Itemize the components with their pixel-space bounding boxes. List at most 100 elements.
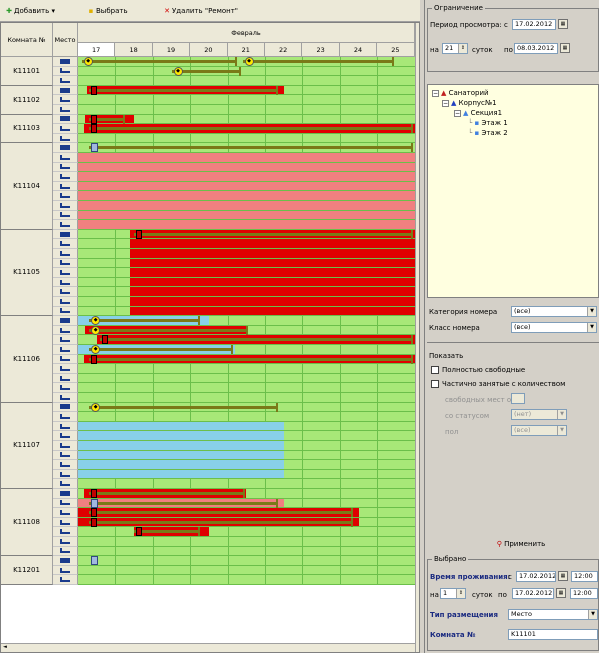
bed-timeline-row[interactable] [78, 373, 415, 384]
bed-cell[interactable] [53, 181, 78, 192]
reserve-marker-icon[interactable] [91, 498, 99, 508]
bed-cell[interactable] [53, 258, 78, 269]
stay-bar[interactable] [89, 357, 411, 361]
spin-icon[interactable]: ⇕ [456, 589, 465, 598]
room-cell[interactable]: K11201 [1, 556, 53, 585]
bed-timeline-row[interactable] [78, 412, 415, 422]
bed-timeline-row[interactable] [78, 565, 415, 576]
bed-cell[interactable] [53, 373, 78, 384]
bed-cell[interactable] [53, 325, 78, 336]
occupied-block[interactable] [130, 277, 415, 287]
bed-cell[interactable] [53, 162, 78, 173]
bed-cell[interactable] [53, 508, 78, 518]
bed-cell[interactable] [53, 498, 78, 509]
bed-timeline-row[interactable] [78, 537, 415, 547]
bed-cell[interactable] [53, 268, 78, 278]
bed-cell[interactable] [53, 229, 78, 240]
checkin-marker-icon[interactable] [91, 85, 98, 95]
bed-cell[interactable] [53, 172, 78, 182]
repair-block[interactable] [78, 191, 415, 200]
checkin-marker-icon[interactable] [102, 335, 109, 345]
stay-bar[interactable] [89, 511, 352, 515]
guest-marker-icon[interactable]: ◆ [173, 66, 183, 76]
guest-marker-icon[interactable]: ◆ [91, 325, 101, 335]
bed-timeline-row[interactable] [78, 76, 415, 86]
bed-timeline-row[interactable] [78, 556, 415, 566]
status-select[interactable]: (нет) ▼ [511, 409, 567, 420]
repair-block[interactable] [78, 210, 415, 220]
chevron-down-icon[interactable]: ▼ [587, 307, 596, 316]
reserved-block[interactable] [78, 469, 284, 479]
bed-timeline-row[interactable] [78, 383, 415, 393]
checkin-marker-icon[interactable] [136, 229, 143, 239]
bed-timeline-row[interactable] [78, 133, 415, 144]
repair-block[interactable] [78, 220, 415, 229]
tree-item-building[interactable]: − ▲ Корпус№1 [442, 99, 497, 107]
stay-bar[interactable] [89, 348, 232, 351]
bed-cell[interactable] [53, 85, 78, 96]
bed-cell[interactable] [53, 421, 78, 432]
repair-block[interactable] [78, 172, 415, 181]
delete-repair-button[interactable]: ✕ Удалить "Ремонт" [162, 4, 238, 18]
bed-timeline-row[interactable] [78, 546, 415, 557]
bed-cell[interactable] [53, 383, 78, 393]
bed-cell[interactable] [53, 316, 78, 326]
bed-cell[interactable] [53, 412, 78, 422]
add-button[interactable]: ✚ Добавить ▾ [4, 4, 55, 18]
calendar-icon[interactable]: ▦ [556, 588, 566, 598]
vertical-scrollbar[interactable]: ▲ ▼ [415, 23, 419, 652]
chevron-down-icon[interactable]: ▼ [557, 426, 566, 435]
reserve-marker-icon[interactable] [91, 556, 99, 566]
spin-icon[interactable]: ⇕ [458, 44, 467, 53]
class-select[interactable]: (все) ▼ [511, 322, 597, 333]
stay-bar[interactable] [134, 232, 411, 236]
stay-bar[interactable] [89, 492, 243, 495]
bed-cell[interactable] [53, 201, 78, 211]
occupied-block[interactable] [130, 249, 415, 258]
bed-cell[interactable] [53, 565, 78, 576]
bed-timeline-row[interactable] [78, 105, 415, 115]
bed-cell[interactable] [53, 546, 78, 557]
room-cell[interactable]: K11103 [1, 114, 53, 144]
chevron-down-icon[interactable]: ▼ [587, 323, 596, 332]
placement-select[interactable]: Место ▼ [508, 609, 598, 620]
checkin-marker-icon[interactable] [91, 489, 98, 498]
occupied-block[interactable] [130, 268, 415, 277]
stay-bar[interactable] [89, 520, 352, 524]
bed-timeline-row[interactable] [78, 364, 415, 374]
scroll-left-icon[interactable]: ◄ [3, 644, 7, 650]
stay-to-time-field[interactable]: 12:00 [570, 588, 598, 599]
guest-marker-icon[interactable]: ◆ [244, 57, 254, 66]
day-header[interactable]: 23 [302, 43, 340, 57]
room-cell[interactable]: K11106 [1, 316, 53, 403]
day-header[interactable]: 18 [115, 43, 153, 57]
stay-bar[interactable] [89, 88, 277, 92]
day-header[interactable]: 24 [339, 43, 378, 57]
bed-timeline-row[interactable] [78, 575, 415, 585]
room-cell[interactable]: K11105 [1, 229, 53, 317]
horizontal-scrollbar[interactable]: ◄ [1, 643, 415, 652]
calendar-icon[interactable]: ▦ [558, 19, 568, 29]
checkin-marker-icon[interactable] [91, 508, 98, 518]
category-select[interactable]: (все) ▼ [511, 306, 597, 317]
room-cell[interactable]: K11101 [1, 57, 53, 86]
stay-bar[interactable] [89, 127, 411, 131]
room-cell[interactable]: K11107 [1, 402, 53, 489]
bed-cell[interactable] [53, 220, 78, 230]
stay-bar[interactable] [242, 60, 393, 63]
period-from-date-field[interactable]: 17.02.2012 [512, 19, 556, 30]
repair-block[interactable] [78, 162, 415, 172]
bed-cell[interactable] [53, 556, 78, 566]
room-cell[interactable]: K11108 [1, 489, 53, 557]
tree-item-sanatorium[interactable]: − ▲ Санаторий [432, 89, 489, 97]
bed-cell[interactable] [53, 306, 78, 317]
bed-cell[interactable] [53, 431, 78, 441]
occupied-block[interactable] [130, 297, 415, 306]
select-button[interactable]: ▪ Выбрать [86, 4, 128, 18]
scroll-up-icon[interactable]: ▲ [417, 24, 419, 32]
checkin-marker-icon[interactable] [91, 114, 98, 124]
tree-item-floor[interactable]: └ ▪ Этаж 2 [468, 129, 508, 137]
collapse-icon[interactable]: − [432, 89, 439, 97]
bed-timeline-row[interactable] [78, 479, 415, 489]
bed-cell[interactable] [53, 249, 78, 259]
